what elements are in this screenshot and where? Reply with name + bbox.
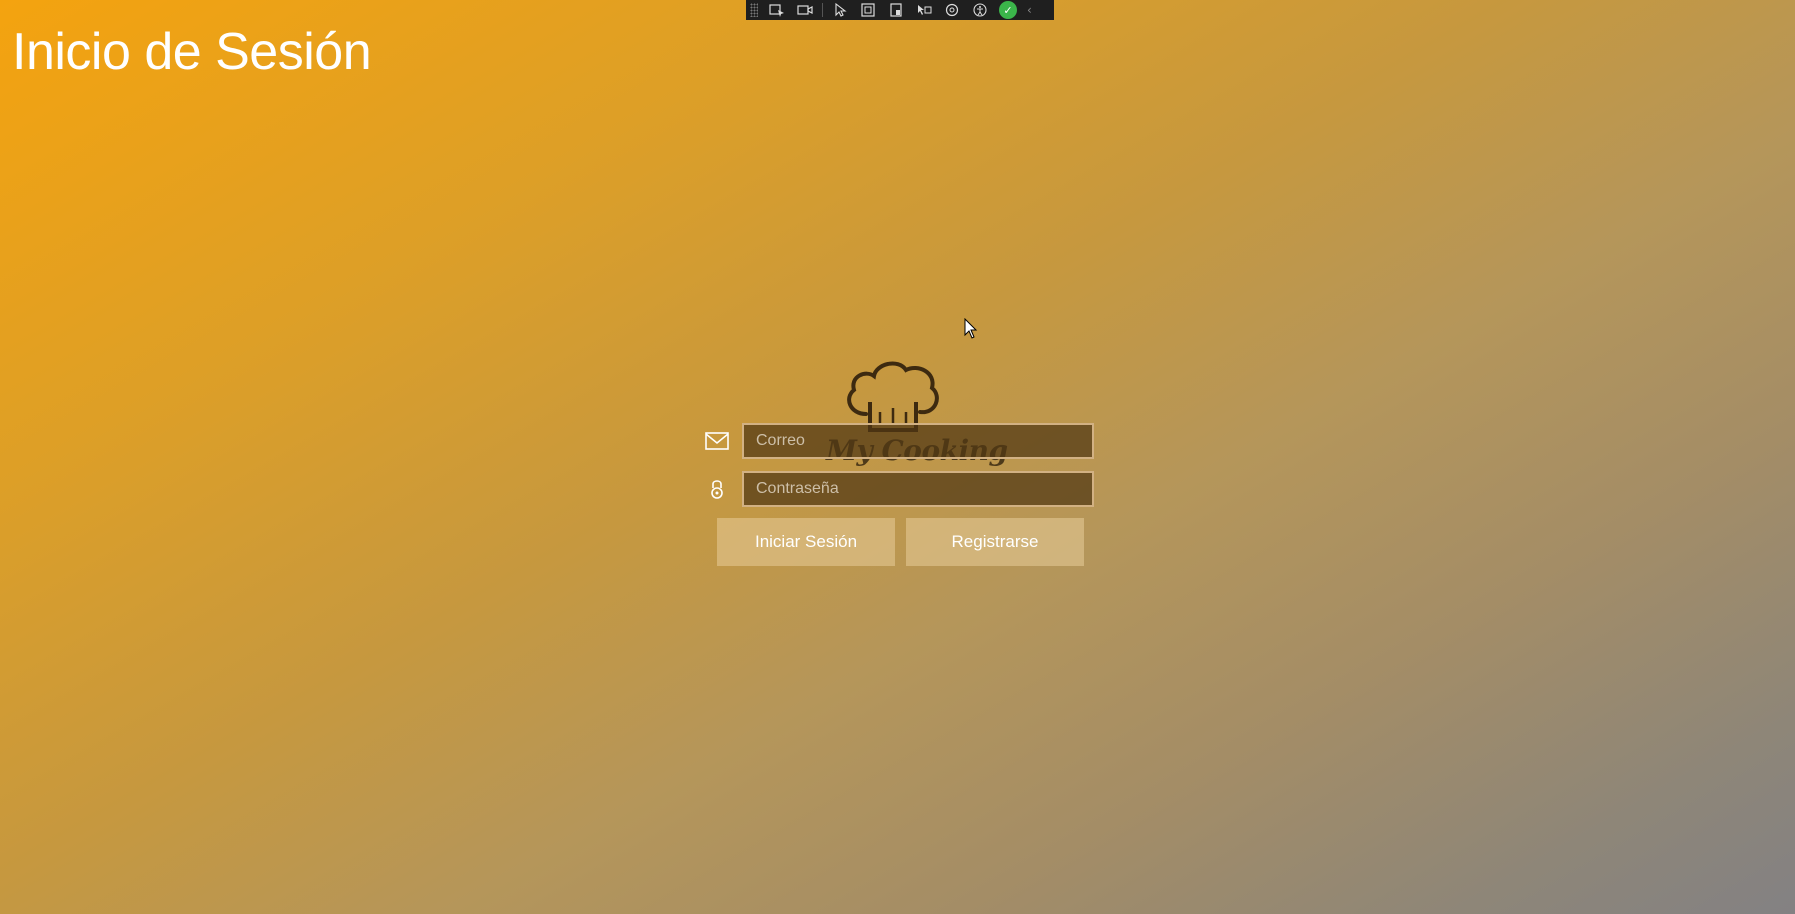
email-row xyxy=(700,423,1094,459)
password-row xyxy=(700,471,1094,507)
pointer-icon[interactable] xyxy=(827,1,853,19)
register-button[interactable]: Registrarse xyxy=(906,518,1084,566)
collapse-icon[interactable]: ‹ xyxy=(1027,3,1032,17)
toolbar-grip[interactable] xyxy=(750,3,758,17)
frame-icon[interactable] xyxy=(855,1,881,19)
display-layout-icon[interactable] xyxy=(939,1,965,19)
dev-toolbar: ✓ ‹ xyxy=(746,0,1054,20)
video-icon[interactable] xyxy=(792,1,818,19)
lock-icon xyxy=(700,472,734,506)
layout-icon[interactable] xyxy=(883,1,909,19)
password-field[interactable] xyxy=(742,471,1094,507)
login-button[interactable]: Iniciar Sesión xyxy=(717,518,895,566)
accessibility-icon[interactable] xyxy=(967,1,993,19)
mouse-cursor-icon xyxy=(964,318,978,339)
select-element-icon[interactable] xyxy=(764,1,790,19)
toolbar-separator xyxy=(822,3,823,17)
page-title: Inicio de Sesión xyxy=(12,23,372,81)
binding-ok-icon[interactable]: ✓ xyxy=(999,1,1017,19)
email-field[interactable] xyxy=(742,423,1094,459)
mail-icon xyxy=(700,424,734,458)
track-focus-icon[interactable] xyxy=(911,1,937,19)
